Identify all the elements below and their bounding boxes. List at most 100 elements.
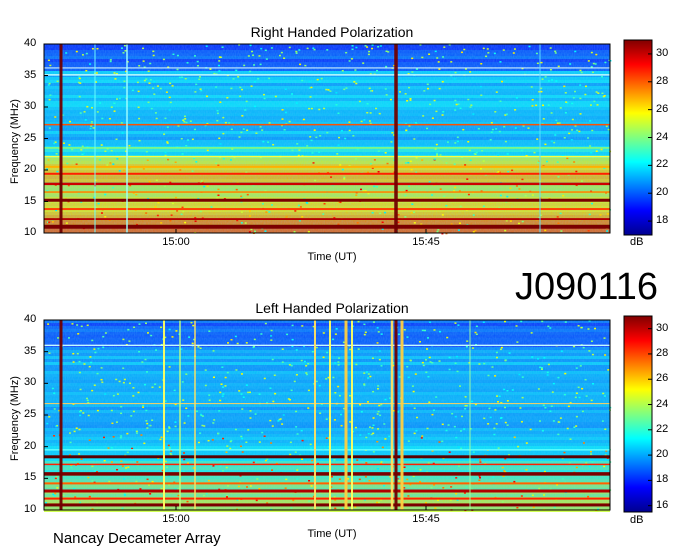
speckle: [146, 159, 149, 162]
speckle: [287, 398, 290, 400]
speckle: [181, 206, 184, 209]
speckle: [397, 214, 400, 216]
speckle: [48, 221, 51, 224]
speckle: [547, 80, 550, 82]
speckle: [187, 415, 190, 417]
speckle: [213, 419, 216, 421]
speckle: [222, 157, 225, 160]
speckle: [589, 120, 592, 122]
speckle: [413, 407, 416, 410]
speckle: [201, 424, 204, 427]
speckle: [367, 53, 370, 56]
speckle: [574, 50, 577, 53]
speckle: [478, 363, 481, 365]
speckle: [388, 435, 391, 438]
speckle: [404, 194, 407, 197]
speckle: [246, 486, 249, 488]
speckle: [164, 117, 167, 120]
speckle: [241, 88, 244, 91]
speckle: [264, 322, 267, 325]
speckle: [406, 478, 409, 481]
speckle: [579, 69, 582, 72]
speckle: [545, 160, 548, 163]
speckle: [120, 460, 123, 462]
speckle: [436, 230, 439, 233]
speckle: [603, 465, 606, 468]
speckle: [290, 389, 293, 392]
speckle: [114, 78, 117, 80]
speckle: [505, 219, 508, 222]
speckle: [494, 409, 497, 411]
speckle: [150, 107, 153, 110]
speckle: [375, 107, 378, 110]
speckle: [578, 396, 581, 399]
speckle: [537, 161, 540, 164]
speckle: [181, 153, 184, 155]
speckle: [132, 395, 135, 397]
speckle: [203, 425, 206, 427]
speckle: [604, 428, 607, 431]
speckle: [563, 393, 566, 396]
speckle: [278, 54, 281, 57]
speckle: [191, 170, 194, 172]
speckle: [99, 159, 102, 161]
speckle: [306, 47, 309, 50]
speckle: [356, 221, 359, 224]
speckle: [495, 351, 498, 354]
speckle: [271, 425, 274, 427]
speckle: [436, 57, 439, 59]
speckle: [433, 158, 436, 160]
vertical-burst: [394, 44, 398, 233]
speckle: [53, 408, 56, 410]
speckle: [122, 338, 125, 341]
speckle: [434, 507, 437, 509]
speckle: [587, 328, 590, 330]
speckle: [86, 105, 89, 108]
speckle: [532, 506, 535, 509]
speckle: [453, 425, 456, 428]
speckle: [123, 80, 126, 83]
speckle: [68, 144, 71, 146]
speckle: [69, 120, 72, 123]
speckle: [549, 327, 552, 329]
interference-line: [44, 497, 610, 500]
speckle: [557, 376, 560, 379]
speckle: [145, 409, 148, 412]
speckle: [579, 365, 582, 367]
speckle: [467, 193, 470, 196]
speckle: [490, 131, 493, 133]
speckle: [421, 56, 424, 59]
speckle: [270, 329, 273, 332]
speckle: [411, 71, 414, 73]
speckle: [390, 141, 393, 143]
interference-line: [44, 503, 610, 507]
speckle: [248, 391, 251, 394]
speckle: [190, 321, 193, 324]
speckle: [343, 178, 346, 180]
speckle: [499, 194, 502, 197]
speckle: [296, 478, 299, 480]
speckle: [240, 195, 243, 198]
interference-line: [44, 74, 610, 76]
speckle: [81, 145, 84, 148]
speckle: [540, 366, 543, 369]
speckle: [501, 466, 504, 469]
speckle: [252, 461, 255, 464]
speckle: [591, 382, 594, 385]
speckle: [480, 94, 483, 97]
speckle: [369, 90, 372, 92]
speckle: [89, 127, 92, 130]
speckle: [49, 94, 52, 96]
speckle: [521, 376, 524, 378]
speckle: [298, 49, 301, 51]
speckle: [288, 364, 291, 366]
speckle: [564, 92, 567, 94]
speckle: [454, 109, 457, 111]
speckle: [371, 47, 374, 50]
speckle: [590, 151, 593, 154]
speckle: [491, 366, 494, 368]
speckle: [456, 140, 459, 143]
speckle: [589, 104, 592, 106]
speckle: [76, 324, 79, 326]
speckle: [366, 103, 369, 105]
